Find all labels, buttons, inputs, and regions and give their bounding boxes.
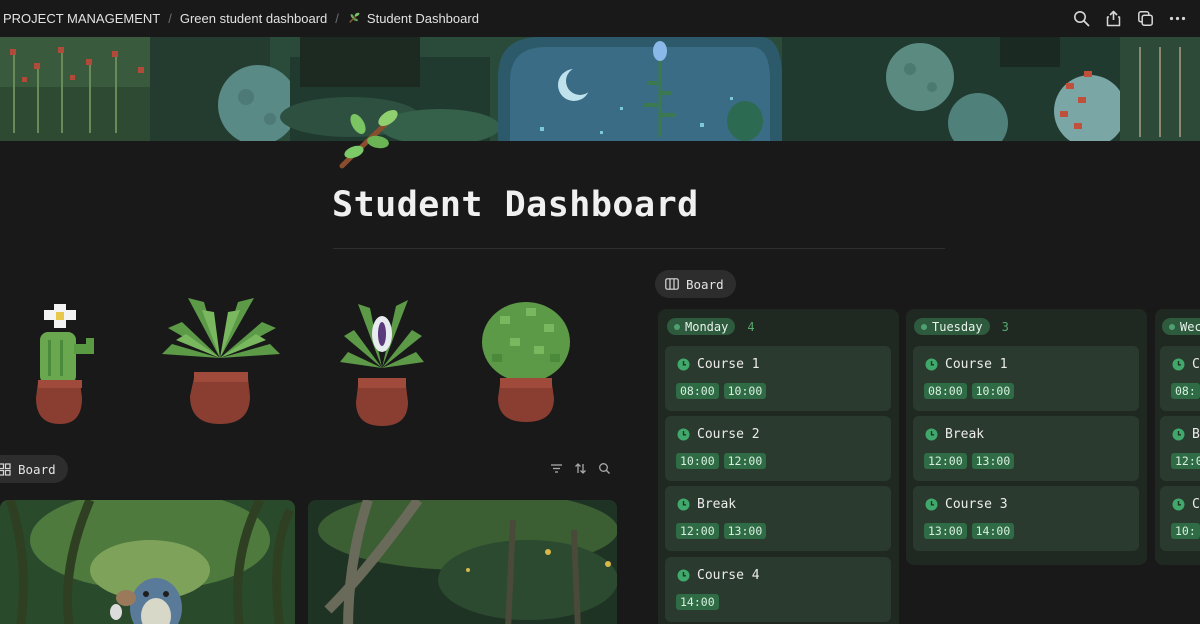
time-tag: 08:00: [676, 383, 719, 399]
fern-plant: [162, 298, 280, 424]
time-tag: 10:00: [971, 383, 1015, 399]
left-board-view-tab[interactable]: Board: [0, 455, 68, 483]
card-title: Course 1: [945, 357, 1008, 372]
clock-icon: [1172, 428, 1185, 441]
breadcrumb-separator: /: [335, 11, 339, 26]
time-tag: 12:00: [924, 453, 967, 469]
flower-plant: [340, 300, 424, 426]
search-icon[interactable]: [1073, 10, 1090, 27]
cactus-plant: [36, 304, 94, 424]
time-tag: 10:00: [723, 383, 767, 399]
breadcrumb-green-student-dashboard[interactable]: Green student dashboard: [180, 11, 327, 26]
board-column-monday: Monday 4 Course 1 08:00 10:00 Course 2 10…: [658, 309, 899, 624]
leaf-branch-icon[interactable]: [334, 104, 402, 172]
card-title: B: [1192, 427, 1200, 442]
clock-icon: [677, 358, 690, 371]
time-tag: 13:00: [971, 453, 1015, 469]
clock-icon: [677, 428, 690, 441]
board-card[interactable]: Course 1 08:00 10:00: [665, 346, 891, 411]
time-tag: 12:00: [723, 453, 767, 469]
gallery-card-forest-totoro[interactable]: [0, 500, 295, 624]
left-board-view-label: Board: [18, 461, 56, 477]
board-card[interactable]: Break 12:00 13:00: [913, 416, 1139, 481]
column-count: 3: [1001, 319, 1009, 334]
breadcrumb-student-dashboard[interactable]: Student Dashboard: [347, 11, 479, 26]
card-title: Course 4: [697, 568, 760, 583]
clock-icon: [925, 358, 938, 371]
cover-art: [0, 37, 1200, 141]
bush-plant: [482, 302, 570, 422]
board-column-tuesday: Tuesday 3 Course 1 08:00 10:00 Break 12:0…: [906, 309, 1147, 565]
title-divider: [333, 248, 945, 249]
sort-icon[interactable]: [574, 462, 587, 475]
breadcrumb-project-management[interactable]: PROJECT MANAGEMENT: [3, 11, 160, 26]
forest-totoro-image: [0, 500, 295, 624]
column-pill-wednesday[interactable]: Wec: [1162, 318, 1200, 335]
breadcrumb-label: Student Dashboard: [366, 11, 479, 26]
time-tag: 12:00: [676, 523, 719, 539]
time-tag: 13:00: [723, 523, 767, 539]
board-card[interactable]: C 10:: [1160, 486, 1200, 551]
card-title: Course 3: [945, 497, 1008, 512]
time-tag: 10:: [1171, 523, 1200, 539]
column-pill-monday[interactable]: Monday: [667, 318, 736, 335]
right-board-view-tab[interactable]: Board: [655, 270, 736, 298]
forest-path-image: [308, 500, 617, 624]
card-title: C: [1192, 497, 1200, 512]
time-tag: 12:0: [1171, 453, 1200, 469]
clock-icon: [925, 498, 938, 511]
column-count: 4: [747, 319, 755, 334]
time-tag: 10:00: [676, 453, 719, 469]
leaf-icon: [349, 12, 360, 23]
clock-icon: [677, 569, 690, 582]
card-title: C: [1192, 357, 1200, 372]
board-columns-icon: [665, 278, 679, 290]
top-bar: PROJECT MANAGEMENT / Green student dashb…: [0, 0, 1200, 37]
board-column-wednesday: Wec C 08: B 12:0 C 10:: [1155, 309, 1200, 565]
page-title[interactable]: Student Dashboard: [332, 185, 699, 225]
time-tag: 14:00: [971, 523, 1015, 539]
clock-icon: [677, 498, 690, 511]
search-icon[interactable]: [598, 462, 611, 475]
filter-icon[interactable]: [550, 462, 563, 475]
board-card[interactable]: Break 12:00 13:00: [665, 486, 891, 551]
clock-icon: [1172, 498, 1185, 511]
breadcrumb-separator: /: [168, 11, 172, 26]
right-board-view-label: Board: [686, 276, 724, 292]
board-card[interactable]: C 08:: [1160, 346, 1200, 411]
time-tag: 13:00: [924, 523, 967, 539]
clock-icon: [925, 428, 938, 441]
card-title: Course 2: [697, 427, 760, 442]
cover-image[interactable]: [0, 37, 1200, 141]
left-view-tools: [550, 462, 611, 475]
board-card[interactable]: Course 3 13:00 14:00: [913, 486, 1139, 551]
board-card[interactable]: Course 4 14:00: [665, 557, 891, 622]
clock-icon: [1172, 358, 1185, 371]
duplicate-icon[interactable]: [1137, 10, 1154, 27]
board-card[interactable]: B 12:0: [1160, 416, 1200, 481]
card-title: Break: [945, 427, 985, 442]
time-tag: 08:: [1171, 383, 1200, 399]
more-icon[interactable]: [1169, 10, 1186, 27]
card-title: Break: [697, 497, 737, 512]
share-icon[interactable]: [1105, 10, 1122, 27]
board-card[interactable]: Course 1 08:00 10:00: [913, 346, 1139, 411]
gallery-card-forest-path[interactable]: [308, 500, 617, 624]
board-grid-icon: [0, 462, 11, 476]
card-title: Course 1: [697, 357, 760, 372]
board-card[interactable]: Course 2 10:00 12:00: [665, 416, 891, 481]
time-tag: 14:00: [676, 594, 719, 610]
column-pill-tuesday[interactable]: Tuesday: [914, 318, 990, 335]
time-tag: 08:00: [924, 383, 967, 399]
